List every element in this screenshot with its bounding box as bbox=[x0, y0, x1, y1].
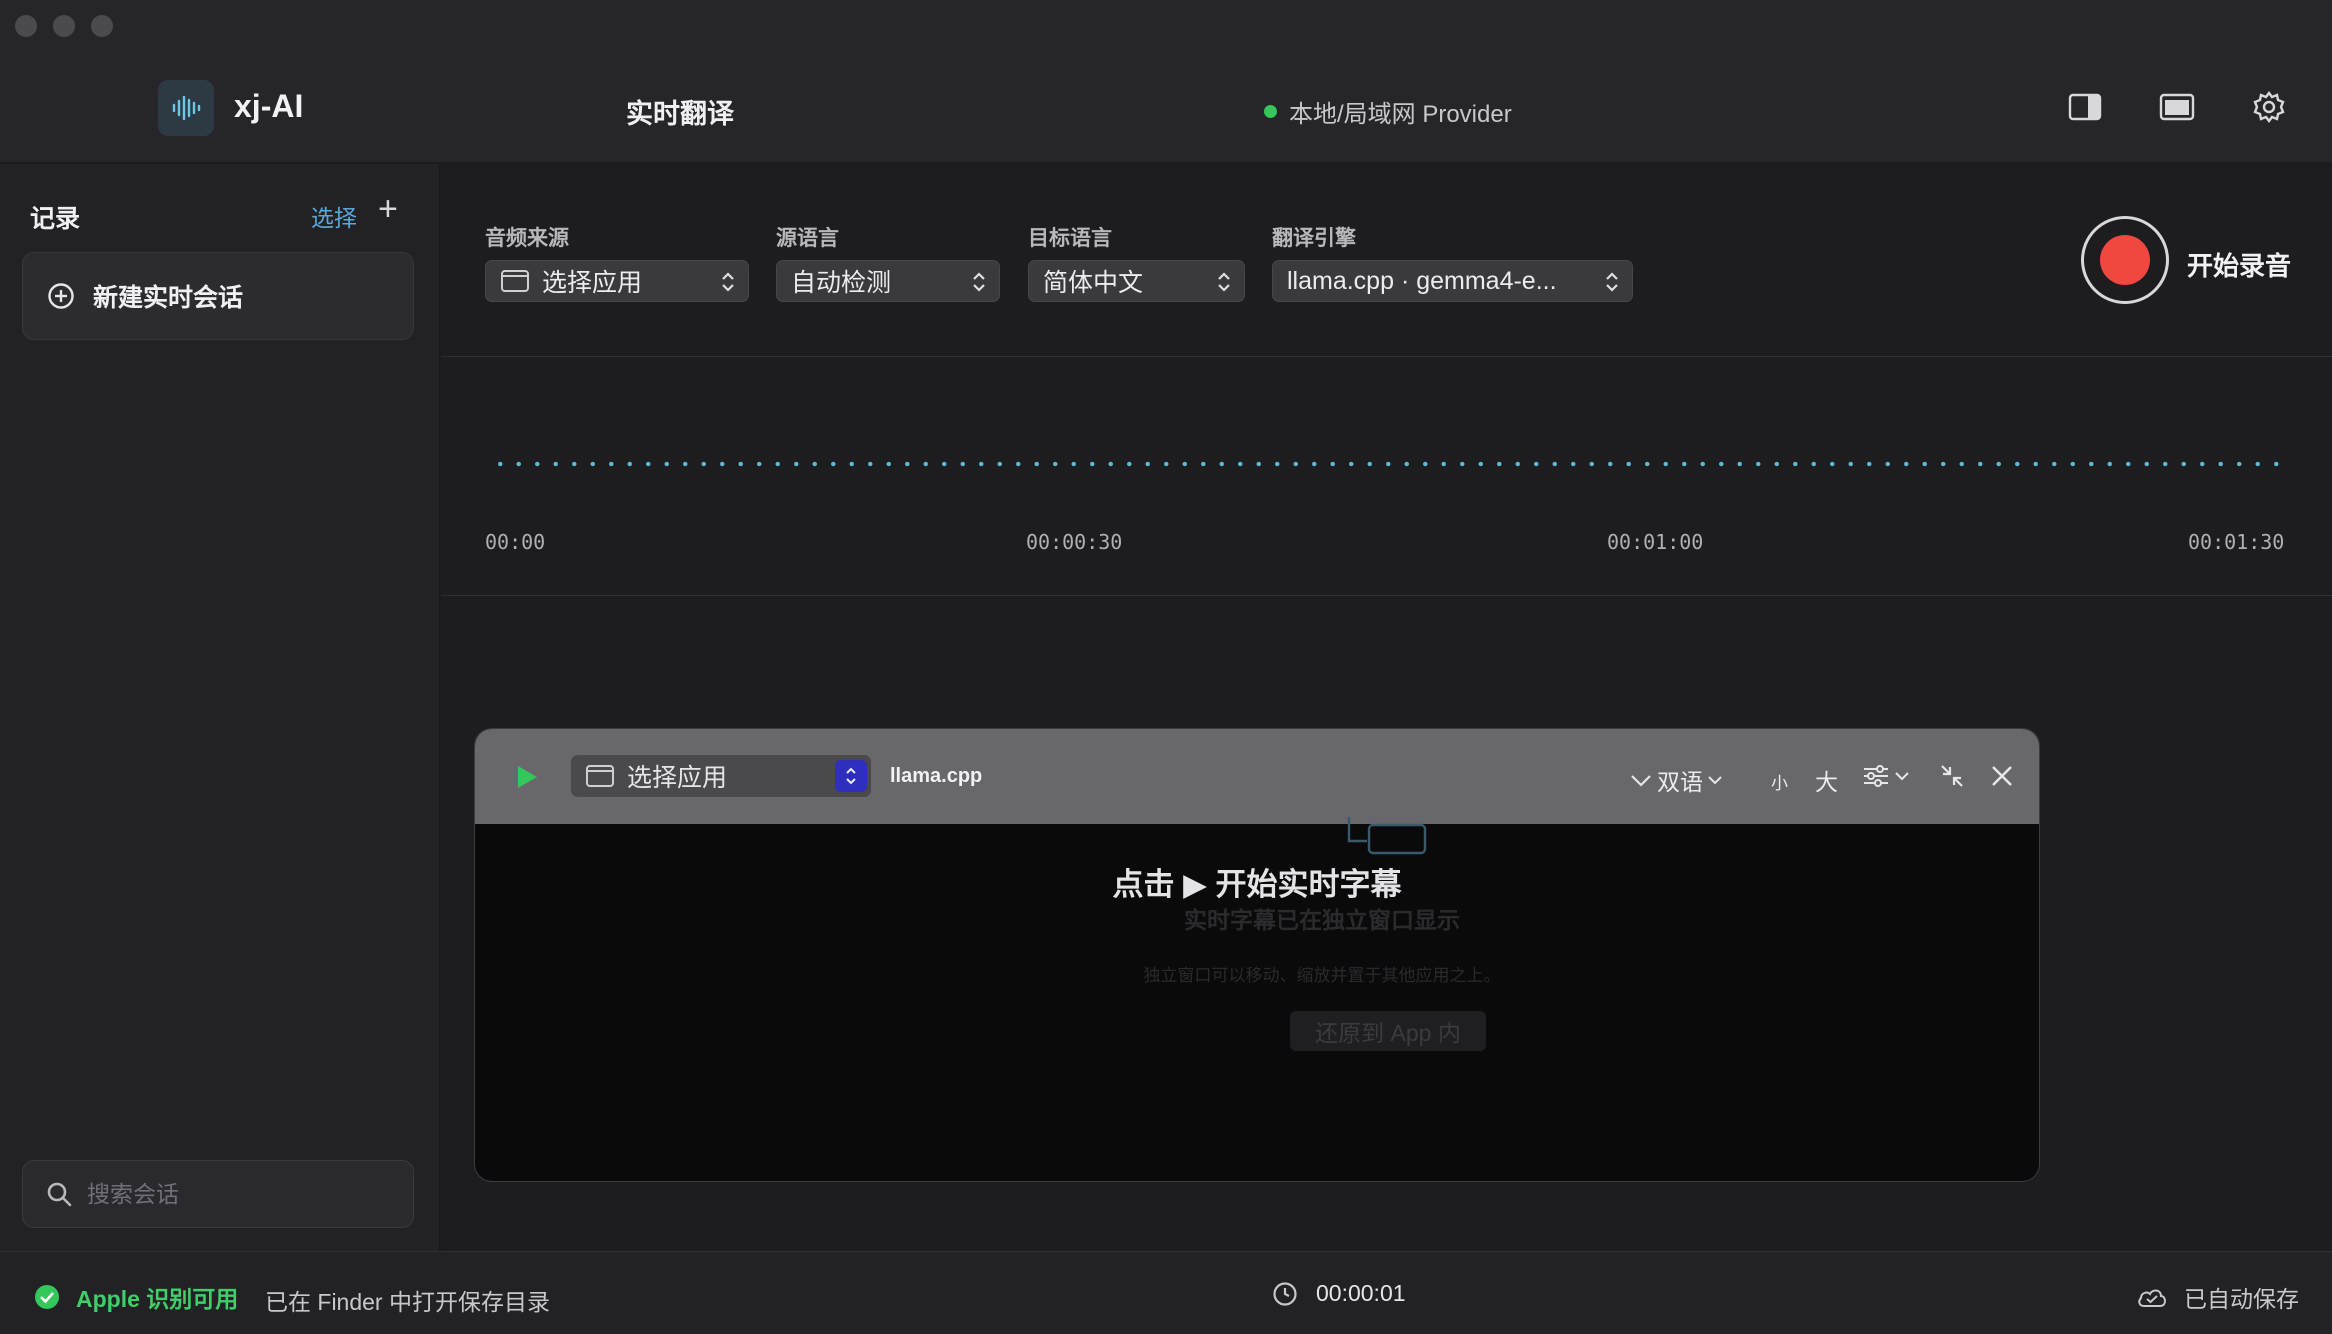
status-dot-icon bbox=[1264, 105, 1277, 118]
chevron-down-icon bbox=[1631, 775, 1651, 787]
close-window-button[interactable] bbox=[15, 15, 37, 37]
clock-icon bbox=[1273, 1281, 1297, 1306]
app-window-icon bbox=[586, 765, 614, 787]
zoom-window-button[interactable] bbox=[91, 15, 113, 37]
add-session-button[interactable]: + bbox=[378, 192, 398, 226]
engine-label: 翻译引擎 bbox=[1272, 227, 1356, 250]
chevron-updown-icon[interactable] bbox=[835, 760, 867, 792]
new-session-button[interactable]: 新建实时会话 bbox=[22, 252, 414, 340]
search-input[interactable] bbox=[87, 1180, 387, 1208]
title-bar: xj-AI 实时翻译 本地/局域网 Provider bbox=[0, 0, 2332, 163]
chevron-updown-icon bbox=[973, 272, 985, 292]
cloud-check-icon bbox=[2138, 1289, 2166, 1307]
record-dot-icon bbox=[2100, 235, 2150, 285]
chevron-updown-icon bbox=[722, 272, 734, 292]
finder-status[interactable]: 已在 Finder 中打开保存目录 bbox=[265, 1283, 550, 1317]
audio-source-label: 音频来源 bbox=[485, 227, 569, 250]
collapse-icon[interactable] bbox=[1935, 759, 1969, 793]
app-name: xj-AI bbox=[234, 88, 304, 124]
audio-source-value: 选择应用 bbox=[542, 269, 643, 297]
recognition-status: Apple 识别可用 bbox=[34, 1280, 238, 1314]
new-session-label: 新建实时会话 bbox=[93, 284, 244, 312]
font-large-button[interactable]: 大 bbox=[1815, 763, 1838, 797]
waveform-dots bbox=[491, 461, 2291, 467]
select-button[interactable]: 选择 bbox=[311, 199, 357, 233]
search-icon bbox=[47, 1182, 72, 1207]
restore-button[interactable]: 还原到 App 内 bbox=[1290, 1011, 1486, 1051]
minimize-window-button[interactable] bbox=[53, 15, 75, 37]
panel-engine-label: llama.cpp bbox=[890, 765, 983, 787]
provider-label: 本地/局域网 Provider bbox=[1289, 101, 1512, 128]
elapsed-time: 00:00:01 bbox=[1272, 1280, 1406, 1307]
app-window-icon bbox=[501, 270, 529, 292]
detached-hint: 实时字幕已在独立窗口显示 bbox=[1184, 907, 1460, 933]
close-icon[interactable] bbox=[1985, 759, 2019, 793]
plus-circle-icon bbox=[48, 283, 74, 309]
play-icon[interactable] bbox=[515, 764, 539, 790]
timeline-tick: 00:01:00 bbox=[1607, 530, 1704, 554]
autosave-label: 已自动保存 bbox=[2184, 1286, 2299, 1312]
floating-window-icon bbox=[1347, 817, 1427, 855]
record-button[interactable] bbox=[2081, 216, 2169, 304]
timeline-tick: 00:01:30 bbox=[2188, 530, 2285, 554]
engine-value: llama.cpp · gemma4-e... bbox=[1287, 266, 1557, 295]
mode-dropdown[interactable]: 双语 bbox=[1629, 763, 1723, 797]
panel-source-value: 选择应用 bbox=[627, 764, 728, 792]
source-lang-select[interactable]: 自动检测 bbox=[776, 260, 1000, 302]
timeline-tick: 00:00:30 bbox=[1026, 530, 1123, 554]
waveform-timeline: 00:00 00:00:30 00:01:00 00:01:30 bbox=[441, 358, 2332, 596]
sliders-icon[interactable] bbox=[1859, 759, 1915, 793]
checkmark-circle-icon bbox=[35, 1285, 59, 1309]
sidebar-toggle-icon[interactable] bbox=[2066, 90, 2104, 124]
elapsed-time-value: 00:00:01 bbox=[1316, 1280, 1406, 1306]
target-lang-label: 目标语言 bbox=[1028, 227, 1112, 250]
search-box[interactable] bbox=[22, 1160, 414, 1228]
sidebar: 记录 选择 + 新建实时会话 bbox=[0, 164, 440, 1251]
mode-label: 双语 bbox=[1657, 769, 1703, 795]
target-lang-value: 简体中文 bbox=[1043, 269, 1144, 297]
detached-description: 独立窗口可以移动、缩放并置于其他应用之上。 bbox=[1143, 966, 1501, 985]
panel-source-select[interactable]: 选择应用 bbox=[571, 755, 871, 797]
waveform-logo-icon bbox=[158, 80, 214, 136]
source-lang-label: 源语言 bbox=[776, 227, 839, 250]
page-title: 实时翻译 bbox=[626, 99, 734, 129]
subtitle-panel-toolbar[interactable]: 选择应用 llama.cpp 双语 小 大 bbox=[475, 729, 2039, 824]
source-lang-value: 自动检测 bbox=[791, 269, 892, 297]
engine-select[interactable]: llama.cpp · gemma4-e... bbox=[1272, 260, 1633, 302]
start-hint: 点击 ▶ 开始实时字幕 bbox=[1112, 867, 1402, 902]
target-lang-select[interactable]: 简体中文 bbox=[1028, 260, 1245, 302]
audio-source-select[interactable]: 选择应用 bbox=[485, 260, 749, 302]
window-controls[interactable] bbox=[15, 15, 113, 37]
status-bar: Apple 识别可用 已在 Finder 中打开保存目录 00:00:01 已自… bbox=[0, 1251, 2332, 1334]
subtitle-panel[interactable]: 选择应用 llama.cpp 双语 小 大 点击 ▶ 开始实时字幕 实时字幕已在… bbox=[474, 728, 2040, 1182]
record-label[interactable]: 开始录音 bbox=[2187, 246, 2291, 283]
provider-status[interactable]: 本地/局域网 Provider bbox=[1264, 94, 1512, 129]
timeline-tick: 00:00 bbox=[485, 530, 546, 554]
gear-icon[interactable] bbox=[2250, 90, 2288, 124]
font-small-button[interactable]: 小 bbox=[1771, 769, 1788, 794]
controls-bar: 音频来源 选择应用 源语言 自动检测 目标语言 简体中文 翻译引擎 llama.… bbox=[441, 164, 2332, 357]
chevron-down-icon bbox=[1708, 776, 1722, 785]
chevron-updown-icon bbox=[1606, 272, 1618, 292]
chevron-updown-icon bbox=[1218, 272, 1230, 292]
window-mode-icon[interactable] bbox=[2158, 90, 2196, 124]
sidebar-title: 记录 bbox=[30, 205, 81, 233]
autosave-status: 已自动保存 bbox=[2136, 1280, 2299, 1314]
recognition-label: Apple 识别可用 bbox=[76, 1286, 239, 1312]
